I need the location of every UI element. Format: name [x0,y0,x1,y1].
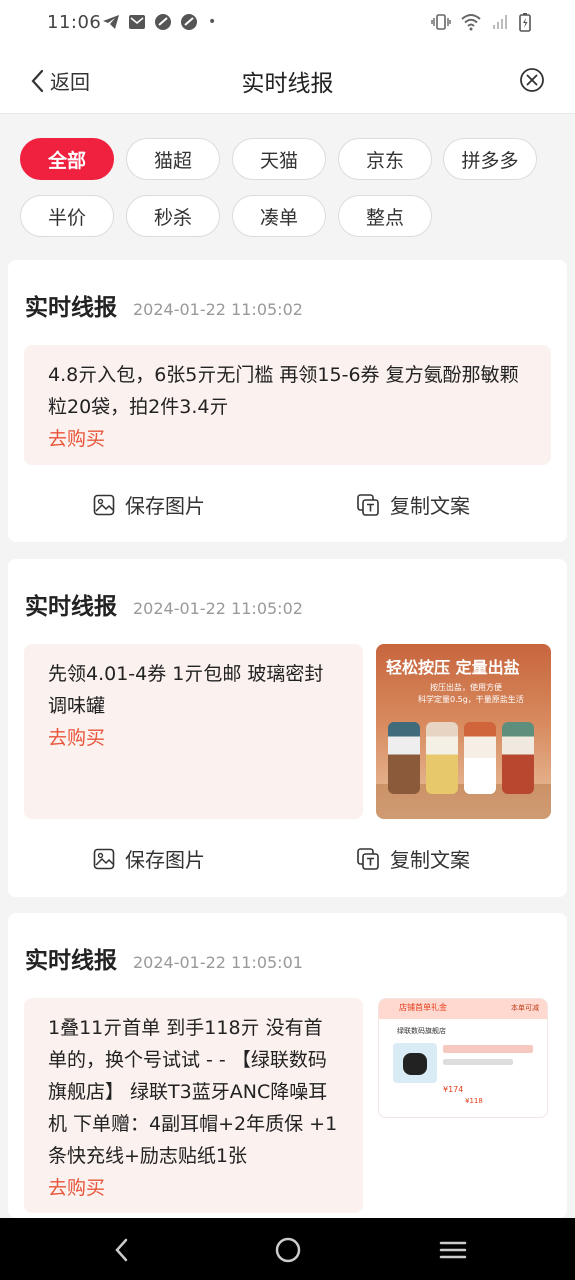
copy-icon [357,847,379,870]
buy-link[interactable]: 去购买 [48,423,527,455]
product-screenshot-image[interactable]: 店铺首单礼金 本单可减 绿联数码旗舰店 ¥174 ¥118 [378,998,548,1118]
card-actions: 保存图片 复制文案 [8,490,567,520]
filter-chip-pinduoduo[interactable]: 拼多多 [443,138,537,180]
deal-text: 1叠11亓首单 到手118亓 没有首单的，换个号试试 - - 【绿联数码旗舰店】… [48,1017,338,1167]
app-icon [181,14,197,30]
nav-recents-icon[interactable] [438,1235,468,1265]
copy-text-button[interactable]: 复制文案 [356,844,470,873]
image-icon [93,494,115,515]
system-navigation-bar [0,1218,575,1280]
vibrate-icon [431,14,451,30]
screenshot-price: ¥174 [443,1085,464,1094]
deal-card: 实时线报 2024-01-22 11:05:02 先领4.01-4券 1亓包邮 … [8,559,567,897]
filter-chip-jd[interactable]: 京东 [338,138,432,180]
card-timestamp: 2024-01-22 11:05:02 [133,300,303,319]
save-image-label: 保存图片 [125,848,205,872]
card-header: 实时线报 2024-01-22 11:05:02 [25,587,303,621]
deal-card: 实时线报 2024-01-22 11:05:01 1叠11亓首单 到手118亓 … [8,913,567,1218]
battery-icon [519,13,531,32]
telegram-icon [103,15,119,29]
deal-card: 实时线报 2024-01-22 11:05:02 4.8亓入包，6张5亓无门槛 … [8,260,567,542]
status-system-icons [431,12,531,32]
screenshot-banner-note: 本单可减 [511,1004,539,1012]
save-image-button[interactable]: 保存图片 [93,844,205,873]
product-image[interactable]: 轻松按压 定量出盐 按压出盐，使用方便 科学定量0.5g，干量原盐生活 [376,644,551,819]
deal-content: 1叠11亓首单 到手118亓 没有首单的，换个号试试 - - 【绿联数码旗舰店】… [24,998,363,1213]
status-dot: • [208,14,217,30]
screenshot-product-line [443,1059,513,1065]
card-timestamp: 2024-01-22 11:05:02 [133,599,303,618]
copy-icon [357,493,379,516]
card-header: 实时线报 2024-01-22 11:05:01 [25,941,303,975]
copy-text-button[interactable]: 复制文案 [356,490,470,519]
card-timestamp: 2024-01-22 11:05:01 [133,953,303,972]
filter-chip-all[interactable]: 全部 [20,138,114,180]
app-icon [155,14,171,30]
nav-home-icon[interactable] [273,1235,303,1265]
filter-chip-bundle[interactable]: 凑单 [232,195,326,237]
jar-illustration [502,722,534,794]
save-image-button[interactable]: 保存图片 [93,490,205,519]
status-notification-icons: • [102,13,216,31]
filter-chip-maochao[interactable]: 猫超 [126,138,220,180]
image-subtext: 科学定量0.5g，干量原盐生活 [418,695,524,704]
screenshot-banner-title: 店铺首单礼金 [399,1003,447,1012]
save-image-label: 保存图片 [125,494,205,518]
deal-content: 4.8亓入包，6张5亓无门槛 再领15-6券 复方氨酚那敏颗粒20袋，拍2件3.… [24,345,551,465]
buy-link[interactable]: 去购买 [48,1172,339,1204]
close-icon[interactable] [519,67,545,93]
copy-text-label: 复制文案 [390,494,470,518]
jar-illustration [388,722,420,794]
card-actions: 保存图片 复制文案 [8,844,567,874]
screenshot-product-tag [443,1045,533,1053]
image-icon [93,848,115,869]
screenshot-final-price: ¥118 [465,1097,483,1105]
wifi-icon [461,14,481,31]
screenshot-shop-name: 绿联数码旗舰店 [397,1027,446,1035]
filter-chip-half-price[interactable]: 半价 [20,195,114,237]
filter-chip-flash-sale[interactable]: 秒杀 [126,195,220,237]
status-bar: 11:06 • [0,0,575,46]
filter-chip-tmall[interactable]: 天猫 [232,138,326,180]
mail-icon [129,15,145,29]
earbuds-case [403,1053,427,1075]
copy-text-label: 复制文案 [390,848,470,872]
deal-content: 先领4.01-4券 1亓包邮 玻璃密封调味罐 去购买 [24,644,363,819]
status-time: 11:06 [47,12,102,33]
image-headline: 轻松按压 定量出盐 [386,658,520,677]
card-title: 实时线报 [25,594,117,620]
deal-text: 先领4.01-4券 1亓包邮 玻璃密封调味罐 [48,663,324,717]
top-header: 返回 实时线报 [0,46,575,114]
card-header: 实时线报 2024-01-22 11:05:02 [25,288,303,322]
filter-chip-on-the-hour[interactable]: 整点 [338,195,432,237]
card-title: 实时线报 [25,295,117,321]
image-subtext: 按压出盐，使用方便 [430,683,502,692]
card-title: 实时线报 [25,948,117,974]
deal-text: 4.8亓入包，6张5亓无门槛 再领15-6券 复方氨酚那敏颗粒20袋，拍2件3.… [48,364,519,418]
jar-illustration [464,722,496,794]
nav-back-icon[interactable] [107,1235,137,1265]
jar-illustration [426,722,458,794]
buy-link[interactable]: 去购买 [48,722,339,754]
page-title: 实时线报 [241,71,334,97]
signal-icon [493,15,507,29]
